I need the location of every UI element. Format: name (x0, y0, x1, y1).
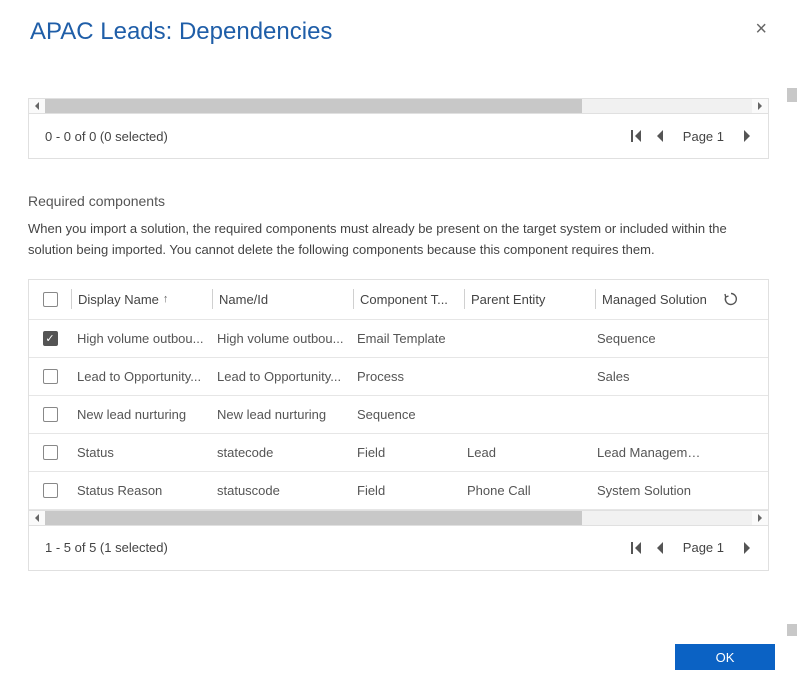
first-page-icon[interactable] (631, 130, 645, 142)
row-checkbox[interactable]: ✓ (43, 331, 58, 346)
row-checkbox[interactable] (43, 445, 58, 460)
vertical-scrollbar[interactable] (787, 88, 797, 636)
column-component-type[interactable]: Component T... (354, 280, 464, 319)
cell-name-id: Lead to Opportunity... (211, 369, 351, 384)
scroll-thumb[interactable] (787, 624, 797, 636)
cell-managed-solution: Sales (591, 369, 711, 384)
cell-managed-solution: System Solution (591, 483, 711, 498)
column-name-id-label: Name/Id (219, 292, 268, 307)
column-parent-entity-label: Parent Entity (471, 292, 545, 307)
refresh-button[interactable] (716, 292, 746, 306)
cell-display-name: Status (71, 445, 211, 460)
pager-status-bottom: 1 - 5 of 5 (1 selected) (45, 540, 168, 555)
table-row[interactable]: New lead nurturingNew lead nurturingSequ… (29, 396, 768, 434)
cell-managed-solution: Sequence (591, 331, 711, 346)
column-display-name[interactable]: Display Name ↑ (72, 280, 212, 319)
horizontal-scrollbar-bottom[interactable] (29, 510, 768, 526)
cell-component-type: Process (351, 369, 461, 384)
table-row[interactable]: ✓ High volume outbou...High volume outbou… (29, 320, 768, 358)
dialog-title: APAC Leads: Dependencies (30, 18, 332, 46)
cell-component-type: Email Template (351, 331, 461, 346)
scroll-right-icon[interactable] (752, 98, 768, 114)
cell-display-name: Lead to Opportunity... (71, 369, 211, 384)
cell-name-id: statuscode (211, 483, 351, 498)
column-display-name-label: Display Name (78, 292, 159, 307)
prev-page-icon[interactable] (655, 130, 665, 142)
scroll-track[interactable] (45, 511, 752, 525)
cell-display-name: Status Reason (71, 483, 211, 498)
next-page-icon[interactable] (742, 542, 752, 554)
sort-ascending-icon: ↑ (163, 293, 169, 305)
row-checkbox[interactable] (43, 483, 58, 498)
scroll-track[interactable] (45, 99, 752, 113)
ok-button[interactable]: OK (675, 644, 775, 670)
cell-display-name: High volume outbou... (71, 331, 211, 346)
section-heading: Required components (28, 193, 769, 209)
page-label-top: Page 1 (683, 129, 724, 144)
horizontal-scrollbar-top[interactable] (29, 98, 768, 114)
close-icon[interactable]: × (749, 18, 773, 41)
row-checkbox[interactable] (43, 407, 58, 422)
first-page-icon[interactable] (631, 542, 645, 554)
scroll-left-icon[interactable] (29, 98, 45, 114)
refresh-icon (724, 292, 738, 306)
table-row[interactable]: Lead to Opportunity...Lead to Opportunit… (29, 358, 768, 396)
column-component-type-label: Component T... (360, 292, 448, 307)
cell-display-name: New lead nurturing (71, 407, 211, 422)
required-components-grid: Display Name ↑ Name/Id Component T... Pa… (28, 279, 769, 571)
cell-component-type: Field (351, 483, 461, 498)
cell-parent-entity: Phone Call (461, 483, 591, 498)
table-row[interactable]: StatusstatecodeFieldLeadLead Management (29, 434, 768, 472)
page-label-bottom: Page 1 (683, 540, 724, 555)
upper-empty-grid: 0 - 0 of 0 (0 selected) Page 1 (28, 98, 769, 159)
cell-parent-entity: Lead (461, 445, 591, 460)
select-all-checkbox[interactable] (43, 292, 58, 307)
pager-status-top: 0 - 0 of 0 (0 selected) (45, 129, 168, 144)
row-checkbox[interactable] (43, 369, 58, 384)
column-managed-solution[interactable]: Managed Solution (596, 280, 716, 319)
cell-name-id: New lead nurturing (211, 407, 351, 422)
scroll-right-icon[interactable] (752, 510, 768, 526)
scroll-thumb[interactable] (45, 99, 582, 113)
scroll-left-icon[interactable] (29, 510, 45, 526)
scroll-thumb[interactable] (787, 88, 797, 102)
cell-component-type: Field (351, 445, 461, 460)
section-description: When you import a solution, the required… (28, 219, 748, 261)
column-name-id[interactable]: Name/Id (213, 280, 353, 319)
column-parent-entity[interactable]: Parent Entity (465, 280, 595, 319)
grid-header-row: Display Name ↑ Name/Id Component T... Pa… (29, 280, 768, 320)
prev-page-icon[interactable] (655, 542, 665, 554)
table-row[interactable]: Status ReasonstatuscodeFieldPhone CallSy… (29, 472, 768, 510)
scroll-thumb[interactable] (45, 511, 582, 525)
next-page-icon[interactable] (742, 130, 752, 142)
cell-name-id: High volume outbou... (211, 331, 351, 346)
cell-name-id: statecode (211, 445, 351, 460)
cell-component-type: Sequence (351, 407, 461, 422)
column-managed-solution-label: Managed Solution (602, 292, 707, 307)
cell-managed-solution: Lead Management (591, 445, 711, 460)
